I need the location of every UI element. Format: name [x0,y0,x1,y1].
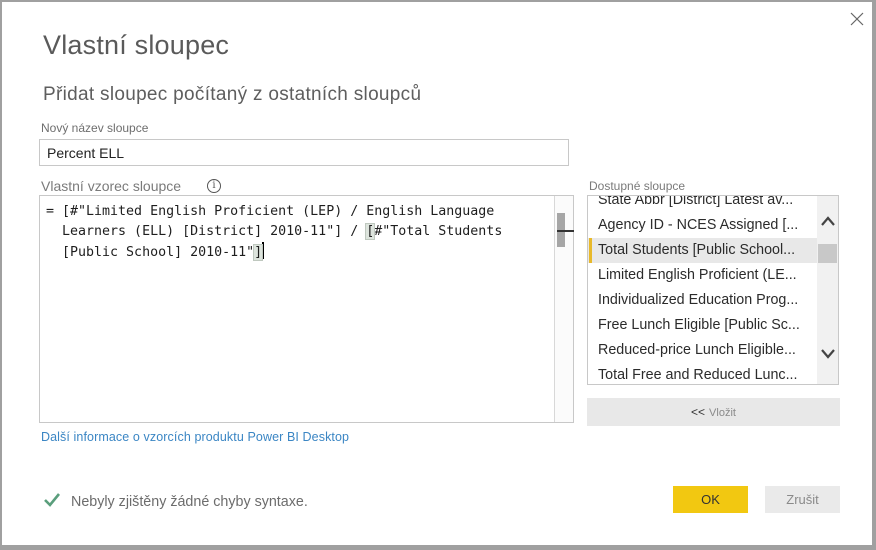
chevron-down-icon [821,349,835,359]
dialog-subtitle: Přidat sloupec počítaný z ostatních slou… [43,84,422,105]
dialog-title: Vlastní sloupec [43,30,230,60]
available-column-item[interactable]: Limited English Proficient (LE... [588,263,818,288]
available-columns-label: Dostupné sloupce [589,179,686,193]
scroll-down-button[interactable] [817,346,838,366]
column-name-label: Nový název sloupce [41,121,149,135]
available-columns-list[interactable]: State Abbr [District] Latest av... Agency… [587,195,839,385]
scroll-up-button[interactable] [817,214,838,234]
available-column-item[interactable]: Total Students [Public School... [588,238,818,263]
ok-button[interactable]: OK [673,486,748,513]
formula-editor[interactable]: = [#"Limited English Proficient (LEP) / … [39,195,574,423]
insert-arrows-icon: << [691,405,706,419]
bracket-highlight-close: ] [253,244,264,261]
insert-button[interactable]: << Vložit [587,398,840,426]
available-columns-scrollbar[interactable] [817,196,838,384]
formula-line-2a: Learners (ELL) [District] 2010-11"] / [46,224,367,239]
check-icon [44,493,61,507]
formula-line-3a: [Public School] 2010-11" [46,245,255,260]
syntax-status-text: Nebyly zjištěny žádné chyby syntaxe. [71,494,308,510]
column-name-input[interactable] [39,139,569,166]
available-columns-scroll-thumb[interactable] [818,244,837,263]
available-column-item[interactable]: Individualized Education Prog... [588,288,818,313]
cursor-position-marker [557,230,574,232]
close-icon [850,12,864,26]
close-button[interactable] [848,10,866,28]
available-column-item[interactable]: Reduced-price Lunch Eligible... [588,338,818,363]
formula-line-1: = [#"Limited English Proficient (LEP) / … [46,204,495,219]
available-column-item[interactable]: Total Free and Reduced Lunc... [588,363,818,384]
formula-line-2b: #"Total Students [374,224,503,239]
formula-label: Vlastní vzorec sloupce [41,178,182,194]
chevron-up-icon [821,216,835,226]
available-columns-items: State Abbr [District] Latest av... Agency… [588,196,818,384]
available-column-item[interactable]: Free Lunch Eligible [Public Sc... [588,313,818,338]
cancel-button[interactable]: Zrušit [765,486,840,513]
available-column-item[interactable]: State Abbr [District] Latest av... [588,196,818,213]
formula-scrollbar[interactable] [554,196,574,422]
formula-text[interactable]: = [#"Limited English Proficient (LEP) / … [46,202,546,263]
text-caret [262,242,265,259]
help-link[interactable]: Další informace o vzorcích produktu Powe… [41,430,349,444]
info-icon[interactable]: i [207,179,221,193]
available-column-item[interactable]: Agency ID - NCES Assigned [... [588,213,818,238]
custom-column-dialog: Vlastní sloupec Přidat sloupec počítaný … [2,2,872,545]
insert-label: Vložit [709,407,736,419]
